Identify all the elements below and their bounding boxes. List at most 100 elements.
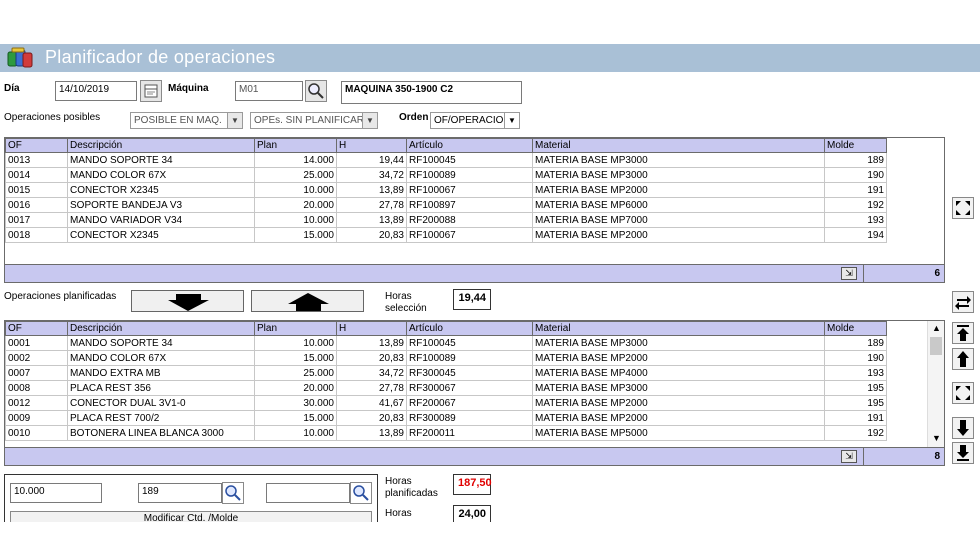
cell-plan: 10.000	[254, 335, 337, 351]
last-record-icon[interactable]: ⇲	[841, 267, 857, 280]
cell-material: MATERIA BASE MP3000	[532, 152, 825, 168]
footer-divider	[863, 448, 864, 466]
expand-possible-button[interactable]	[952, 197, 974, 219]
col-header-h[interactable]: H	[336, 138, 407, 153]
col-header-material[interactable]: Material	[532, 321, 825, 336]
col-header-articulo[interactable]: Artículo	[406, 138, 533, 153]
cell-articulo: RF100067	[406, 182, 533, 198]
cell-material: MATERIA BASE MP4000	[532, 365, 825, 381]
table-row[interactable]: 0009 PLACA REST 700/2 15.000 20,83 RF300089 M…	[5, 410, 887, 426]
table-header-row: OF Descripción Plan H Artículo Material …	[5, 321, 887, 336]
cell-molde: 192	[824, 197, 887, 213]
planned-label: Operaciones planificadas	[4, 291, 117, 302]
cell-molde: 193	[824, 365, 887, 381]
col-header-h[interactable]: H	[336, 321, 407, 336]
cell-h: 41,67	[336, 395, 407, 411]
cell-h: 20,83	[336, 227, 407, 243]
cell-h: 13,89	[336, 212, 407, 228]
cell-material: MATERIA BASE MP6000	[532, 197, 825, 213]
planning-filter-select[interactable]: OPEs. SIN PLANIFICAR ▼	[250, 112, 378, 129]
scrollbar-thumb[interactable]	[930, 337, 942, 355]
search-field[interactable]	[266, 483, 350, 503]
chevron-down-icon: ▼	[504, 113, 519, 128]
arrow-down-small-icon	[957, 420, 969, 436]
table-row[interactable]: 0007 MANDO EXTRA MB 25.000 34,72 RF300045 MAT…	[5, 365, 887, 381]
table-row[interactable]: 0002 MANDO COLOR 67X 15.000 20,83 RF100089 MA…	[5, 350, 887, 366]
table-row[interactable]: 0017 MANDO VARIADOR V34 10.000 13,89 RF20008…	[5, 212, 887, 228]
col-header-descripcion[interactable]: Descripción	[67, 321, 255, 336]
move-top-button[interactable]	[952, 322, 974, 344]
cell-articulo: RF300067	[406, 380, 533, 396]
posibles-filter-select[interactable]: POSIBLE EN MAQ. ▼	[130, 112, 243, 129]
col-header-material[interactable]: Material	[532, 138, 825, 153]
cell-plan: 14.000	[254, 152, 337, 168]
col-header-molde[interactable]: Molde	[824, 321, 887, 336]
dia-field[interactable]: 14/10/2019	[55, 81, 137, 101]
possible-ops-table: OF Descripción Plan H Artículo Material …	[5, 138, 887, 243]
move-down-button[interactable]	[131, 290, 244, 312]
swap-button[interactable]	[952, 291, 974, 313]
col-header-plan[interactable]: Plan	[254, 321, 337, 336]
horas-planificadas-value: 187,50	[453, 474, 492, 495]
cell-h: 20,83	[336, 410, 407, 426]
molde-search-button[interactable]	[222, 482, 244, 504]
expand-planned-button[interactable]	[952, 382, 974, 404]
cell-plan: 20.000	[254, 197, 337, 213]
cell-articulo: RF200011	[406, 425, 533, 441]
molde-field[interactable]: 189	[138, 483, 222, 503]
col-header-articulo[interactable]: Artículo	[406, 321, 533, 336]
maquina-code-field[interactable]: M01	[235, 81, 303, 101]
cell-h: 13,89	[336, 335, 407, 351]
maquina-search-button[interactable]	[305, 80, 327, 102]
cell-material: MATERIA BASE MP5000	[532, 425, 825, 441]
cell-molde: 194	[824, 227, 887, 243]
cell-of: 0016	[5, 197, 68, 213]
col-header-of[interactable]: OF	[5, 138, 68, 153]
vertical-scrollbar[interactable]: ▲ ▼	[927, 321, 944, 447]
table-row[interactable]: 0010 BOTONERA LINEA BLANCA 3000 10.000 13,8…	[5, 425, 887, 441]
move-down-one-button[interactable]	[952, 417, 974, 439]
cell-plan: 15.000	[254, 350, 337, 366]
cell-descripcion: CONECTOR DUAL 3V1-0	[67, 395, 255, 411]
col-header-of[interactable]: OF	[5, 321, 68, 336]
orden-select[interactable]: OF/OPERACION ▼	[430, 112, 520, 129]
scroll-down-icon[interactable]: ▼	[932, 433, 941, 443]
last-record-icon[interactable]: ⇲	[841, 450, 857, 463]
cell-h: 34,72	[336, 167, 407, 183]
cell-plan: 10.000	[254, 212, 337, 228]
col-header-plan[interactable]: Plan	[254, 138, 337, 153]
calendar-button[interactable]	[140, 80, 162, 102]
quantity-field[interactable]: 10.000	[10, 483, 102, 503]
table-row[interactable]: 0014 MANDO COLOR 67X 25.000 34,72 RF100089 MA…	[5, 167, 887, 183]
possible-ops-footer: ⇲ 6	[5, 264, 944, 283]
cell-descripcion: MANDO COLOR 67X	[67, 167, 255, 183]
cell-material: MATERIA BASE MP2000	[532, 410, 825, 426]
scroll-up-icon[interactable]: ▲	[932, 323, 941, 333]
title-bar: Planificador de operaciones	[0, 44, 980, 72]
col-header-descripcion[interactable]: Descripción	[67, 138, 255, 153]
arrow-top-icon	[957, 325, 969, 341]
table-row[interactable]: 0001 MANDO SOPORTE 34 10.000 13,89 RF100045 M…	[5, 335, 887, 351]
cell-h: 13,89	[336, 182, 407, 198]
cell-of: 0001	[5, 335, 68, 351]
col-header-molde[interactable]: Molde	[824, 138, 887, 153]
table-row[interactable]: 0008 PLACA REST 356 20.000 27,78 RF300067 MAT…	[5, 380, 887, 396]
move-up-one-button[interactable]	[952, 348, 974, 370]
planning-filter-value: OPEs. SIN PLANIFICAR	[254, 115, 365, 126]
cell-plan: 15.000	[254, 410, 337, 426]
cell-molde: 190	[824, 167, 887, 183]
table-row[interactable]: 0012 CONECTOR DUAL 3V1-0 30.000 41,67 RF2000…	[5, 395, 887, 411]
cell-articulo: RF100089	[406, 167, 533, 183]
table-row[interactable]: 0015 CONECTOR X2345 10.000 13,89 RF100067 MAT…	[5, 182, 887, 198]
table-row[interactable]: 0018 CONECTOR X2345 15.000 20,83 RF100067 MAT…	[5, 227, 887, 243]
table-row[interactable]: 0013 MANDO SOPORTE 34 14.000 19,44 RF100045 M…	[5, 152, 887, 168]
cell-descripcion: CONECTOR X2345	[67, 227, 255, 243]
table-row[interactable]: 0016 SOPORTE BANDEJA V3 20.000 27,78 RF10089…	[5, 197, 887, 213]
cell-descripcion: MANDO SOPORTE 34	[67, 335, 255, 351]
cell-descripcion: MANDO SOPORTE 34	[67, 152, 255, 168]
window-title: Planificador de operaciones	[45, 47, 276, 67]
move-bottom-button[interactable]	[952, 442, 974, 464]
move-up-button[interactable]	[251, 290, 364, 312]
search-button[interactable]	[350, 482, 372, 504]
planned-ops-table: OF Descripción Plan H Artículo Material …	[5, 321, 887, 441]
